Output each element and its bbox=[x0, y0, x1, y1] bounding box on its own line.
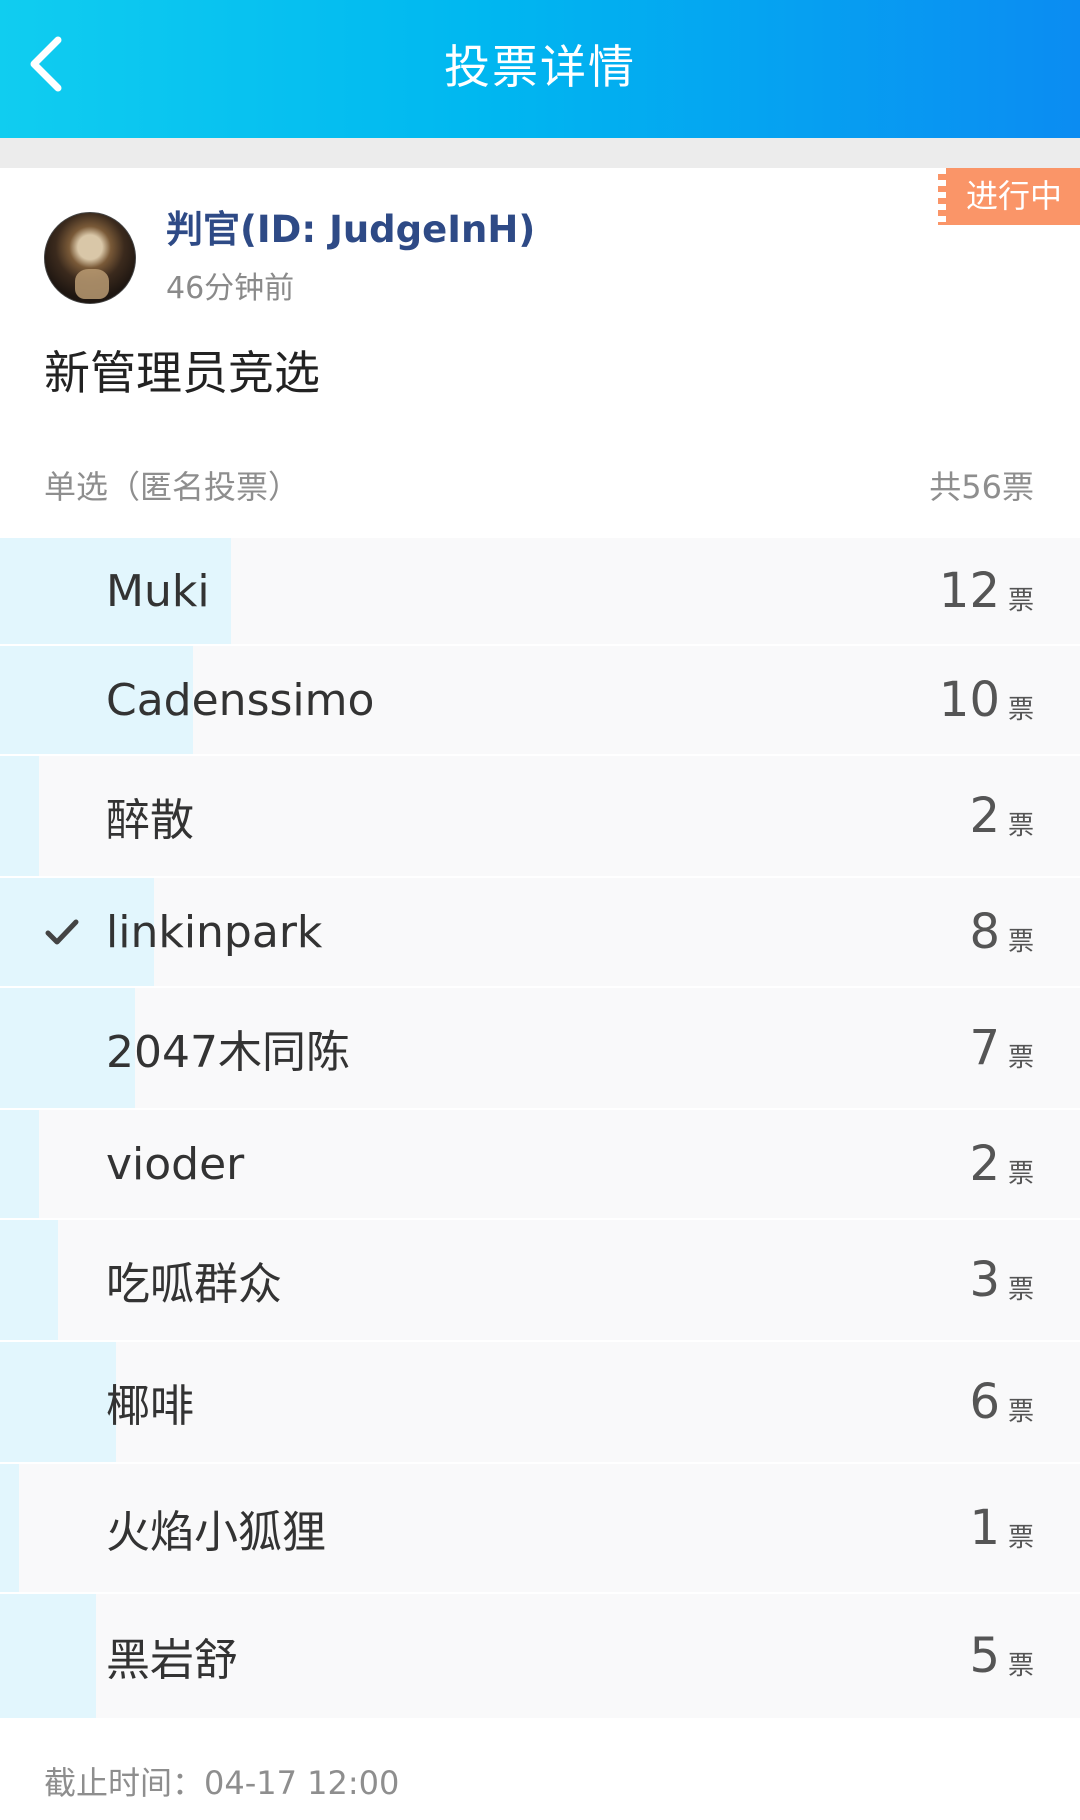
poll-option[interactable]: Cadenssimo 10 票 bbox=[0, 646, 1080, 756]
author-name[interactable]: 判官(ID: JudgeInH) bbox=[166, 204, 535, 256]
vote-share-bar bbox=[0, 1110, 39, 1218]
option-vote-count: 6票 bbox=[969, 1342, 1034, 1462]
vote-number: 7 bbox=[969, 1020, 1000, 1076]
option-name: 2047木同陈 bbox=[106, 1027, 350, 1078]
option-name: 吃呱群众 bbox=[106, 1259, 282, 1310]
option-vote-count: 10 票 bbox=[939, 646, 1034, 754]
poll-option[interactable]: 吃呱群众 3 票 bbox=[0, 1220, 1080, 1342]
vote-number: 6 bbox=[969, 1374, 1000, 1430]
vote-unit: 票 bbox=[1007, 1396, 1034, 1427]
avatar[interactable] bbox=[44, 212, 136, 304]
option-name: 醉散 bbox=[106, 795, 194, 846]
option-vote-count: 7票 bbox=[969, 988, 1034, 1108]
vote-unit: 票 bbox=[1007, 1274, 1034, 1305]
page-title: 投票详情 bbox=[444, 40, 636, 94]
poll-type-label: 单选（匿名投票） bbox=[44, 468, 301, 506]
vote-unit: 票 bbox=[1007, 1650, 1034, 1681]
vote-unit: 票 bbox=[1007, 694, 1034, 725]
option-name: Muki bbox=[106, 565, 210, 617]
poll-total-votes: 共56票 bbox=[929, 468, 1034, 506]
option-vote-count: 2票 bbox=[969, 1110, 1034, 1218]
vote-unit: 票 bbox=[1007, 1042, 1034, 1073]
vote-number: 5 bbox=[969, 1628, 1000, 1684]
option-name: linkinpark bbox=[106, 906, 323, 958]
vote-share-bar bbox=[0, 1342, 116, 1462]
poll-option[interactable]: 2047木同陈 7 票 bbox=[0, 988, 1080, 1110]
option-vote-count: 5票 bbox=[969, 1594, 1034, 1718]
poll-title: 新管理员竞选 bbox=[44, 346, 320, 400]
option-vote-count: 1票 bbox=[969, 1464, 1034, 1592]
vote-unit: 票 bbox=[1007, 1158, 1034, 1189]
vote-share-bar bbox=[0, 1594, 97, 1718]
vote-unit: 票 bbox=[1007, 1522, 1034, 1553]
option-vote-count: 2票 bbox=[969, 756, 1034, 876]
vote-share-bar bbox=[0, 756, 39, 876]
check-icon bbox=[44, 878, 80, 986]
vote-number: 1 bbox=[969, 1500, 1000, 1556]
option-vote-count: 8票 bbox=[969, 878, 1034, 986]
vote-number: 2 bbox=[969, 1136, 1000, 1192]
poll-option[interactable]: vioder 2 票 bbox=[0, 1110, 1080, 1220]
vote-unit: 票 bbox=[1007, 926, 1034, 957]
status-badge: 进行中 bbox=[938, 168, 1080, 225]
vote-number: 10 bbox=[938, 672, 1000, 728]
deadline-text: 截止时间：04-17 12:00 bbox=[44, 1764, 400, 1802]
option-name: Cadenssimo bbox=[106, 674, 375, 726]
poll-option[interactable]: Muki 12 票 bbox=[0, 538, 1080, 646]
option-name: 黑岩舒 bbox=[106, 1635, 238, 1686]
option-name: vioder bbox=[106, 1138, 245, 1190]
vote-share-bar bbox=[0, 1464, 20, 1592]
poll-option[interactable]: 椰啡 6 票 bbox=[0, 1342, 1080, 1464]
vote-number: 3 bbox=[969, 1252, 1000, 1308]
vote-number: 2 bbox=[969, 788, 1000, 844]
vote-unit: 票 bbox=[1007, 810, 1034, 841]
poll-option[interactable]: 黑岩舒 5 票 bbox=[0, 1594, 1080, 1720]
vote-number: 8 bbox=[969, 904, 1000, 960]
vote-number: 12 bbox=[938, 563, 1000, 619]
top-app-bar: 投票详情 bbox=[0, 0, 1080, 138]
post-timestamp: 46分钟前 bbox=[166, 271, 295, 306]
option-name: 椰啡 bbox=[106, 1381, 194, 1432]
vote-unit: 票 bbox=[1007, 585, 1034, 616]
poll-options-list: Muki 12 票 Cadenssimo 10 票醉散 2 票 linkinpark 8 票 2047… bbox=[0, 538, 1080, 1720]
poll-option[interactable]: 火焰小狐狸 1 票 bbox=[0, 1464, 1080, 1594]
option-vote-count: 12 票 bbox=[939, 538, 1034, 644]
poll-option[interactable]: linkinpark 8 票 bbox=[0, 878, 1080, 988]
option-name: 火焰小狐狸 bbox=[106, 1507, 326, 1558]
section-gap bbox=[0, 138, 1080, 168]
poll-card: 进行中 判官(ID: JudgeInH) 46分钟前 新管理员竞选 单选（匿名投… bbox=[0, 168, 1080, 1820]
poll-option[interactable]: 醉散 2 票 bbox=[0, 756, 1080, 878]
vote-share-bar bbox=[0, 1220, 58, 1340]
option-vote-count: 3票 bbox=[969, 1220, 1034, 1340]
